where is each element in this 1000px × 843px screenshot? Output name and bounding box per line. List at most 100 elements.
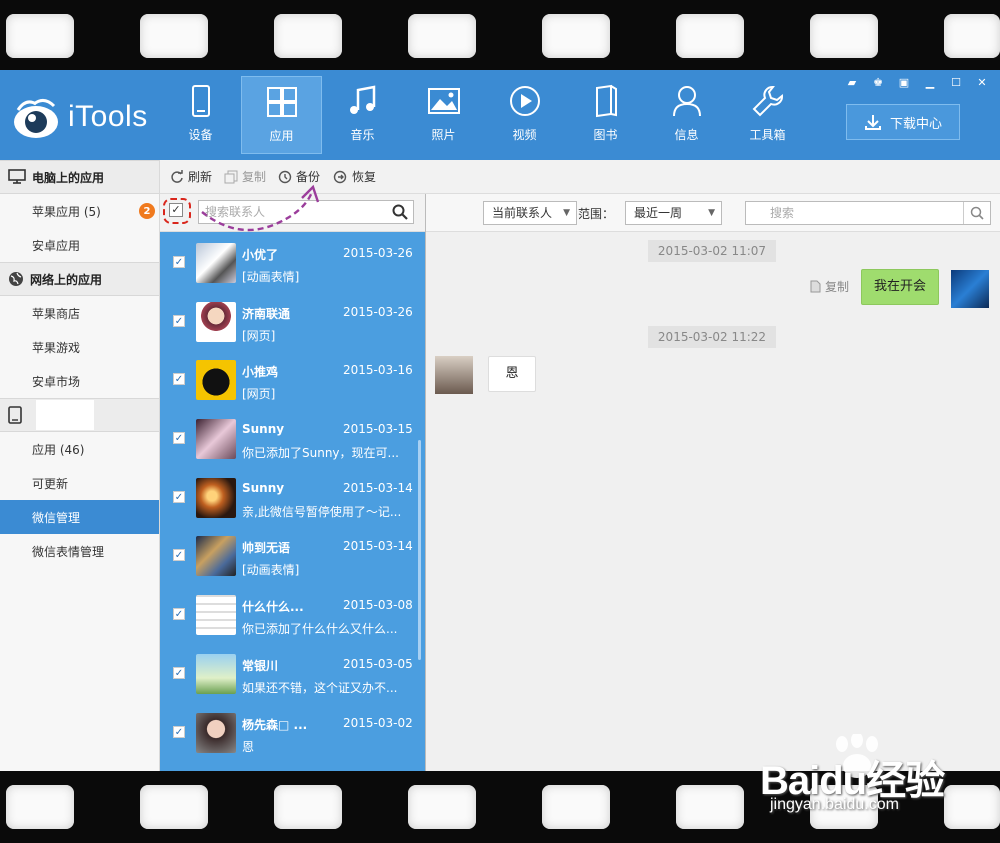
scrollbar[interactable] — [418, 440, 421, 660]
film-hole — [408, 14, 476, 58]
contact-row[interactable]: ✓ 杨先森□ ... 2015-03-02 恩 — [160, 702, 425, 761]
nav-label: 视频 — [512, 128, 537, 142]
contact-filter-select[interactable]: 当前联系人 ▼ — [483, 201, 577, 225]
sidebar-item-apple-apps[interactable]: 苹果应用 (5) 2 — [0, 194, 159, 228]
contact-last-message: 你已添加了什么什么又什么... — [242, 622, 398, 637]
nav-label: 设备 — [188, 128, 213, 142]
chevron-down-icon: ▼ — [708, 208, 715, 218]
feedback-icon[interactable]: ▰ — [842, 74, 862, 90]
sidebar-item-apple-games[interactable]: 苹果游戏 — [0, 330, 159, 364]
minimize-icon[interactable]: ▁ — [920, 74, 940, 90]
sidebar-item-android-apps[interactable]: 安卓应用 — [0, 228, 159, 262]
contact-row[interactable]: ✓ 济南联通 2015-03-26 [网页] — [160, 291, 425, 350]
film-hole — [542, 14, 610, 58]
sidebar: 电脑上的应用 苹果应用 (5) 2 安卓应用 网络上的应用 苹果商店 苹果游戏 … — [0, 160, 160, 771]
sidebar-item-device-apps[interactable]: 应用 (46) — [0, 432, 159, 466]
film-hole — [140, 785, 208, 829]
contact-last-message: [网页] — [242, 387, 276, 402]
row-checkbox[interactable]: ✓ — [173, 490, 185, 503]
contact-name: 常银川 — [242, 658, 279, 673]
avatar — [196, 653, 236, 694]
itools-window: iTools 设备 应用 音乐 照片 视频 图书 信息 工具箱 ▰ ♚ ▣ ▁ … — [0, 70, 1000, 771]
nav-books[interactable]: 图书 — [565, 76, 646, 154]
row-checkbox[interactable]: ✓ — [173, 373, 185, 386]
nav-label: 图书 — [593, 128, 618, 142]
avatar — [435, 356, 473, 394]
contact-row[interactable]: ✓ Sunny 2015-03-14 亲,此微信号暂停使用了～记... — [160, 467, 425, 526]
maximize-icon[interactable]: ☐ — [946, 74, 966, 90]
contact-last-message: 恩 — [242, 739, 255, 754]
search-icon[interactable] — [963, 202, 990, 224]
range-select[interactable]: 最近一周 ▼ — [625, 201, 722, 225]
sidebar-item-wechat-stickers[interactable]: 微信表情管理 — [0, 534, 159, 568]
nav-info[interactable]: 信息 — [646, 76, 727, 154]
chat-panel: 当前联系人 ▼ 范围： 最近一周 ▼ 搜索 2015-03-02 11:07 复… — [426, 194, 1000, 771]
chat-search-input[interactable]: 搜索 — [745, 201, 991, 225]
film-hole — [408, 785, 476, 829]
contact-row[interactable]: ✓ 常银川 2015-03-05 如果还不错，这个证又办不... — [160, 643, 425, 702]
itools-logo: iTools — [12, 90, 167, 144]
contact-name: 杨先森□ ... — [242, 717, 308, 732]
chevron-down-icon: ▼ — [563, 208, 570, 218]
sidebar-item-apple-store[interactable]: 苹果商店 — [0, 296, 159, 330]
search-icon[interactable] — [392, 204, 408, 220]
row-checkbox[interactable]: ✓ — [173, 432, 185, 445]
sidebar-item-updates[interactable]: 可更新 — [0, 466, 159, 500]
nav-music[interactable]: 音乐 — [322, 76, 403, 154]
film-hole — [274, 14, 342, 58]
wrench-icon — [752, 86, 783, 117]
video-icon — [509, 86, 540, 116]
baidu-watermark: Baidu经验 jingyan.baidu.com — [760, 728, 990, 828]
contact-last-message: 亲,此微信号暂停使用了～记... — [242, 504, 402, 519]
row-checkbox[interactable]: ✓ — [173, 314, 185, 327]
contact-row[interactable]: ✓ Sunny 2015-03-15 你已添加了Sunny，现在可... — [160, 408, 425, 467]
nav-photos[interactable]: 照片 — [403, 76, 484, 154]
nav-device[interactable]: 设备 — [160, 76, 241, 154]
download-center-button[interactable]: 下载中心 — [846, 104, 960, 140]
download-icon — [864, 115, 881, 130]
film-strip-top — [0, 0, 1000, 70]
nav-label: 照片 — [431, 128, 456, 142]
film-hole — [274, 785, 342, 829]
contact-row[interactable]: ✓ 帅到无语 2015-03-14 [动画表情] — [160, 525, 425, 584]
row-checkbox[interactable]: ✓ — [173, 256, 185, 268]
download-label: 下载中心 — [889, 116, 942, 132]
avatar — [196, 360, 236, 401]
contact-last-message: [动画表情] — [242, 270, 300, 284]
sidebar-item-android-market[interactable]: 安卓市场 — [0, 364, 159, 398]
document-icon — [810, 280, 821, 293]
contact-row[interactable]: ✓ 小推鸡 2015-03-16 [网页] — [160, 349, 425, 408]
skin-icon[interactable]: ♚ — [868, 74, 888, 90]
globe-icon — [9, 272, 23, 286]
message-timestamp: 2015-03-02 11:07 — [648, 240, 776, 262]
sidebar-section-pc: 电脑上的应用 — [0, 160, 159, 194]
outgoing-message: 我在开会 — [861, 269, 940, 305]
nav-toolbox[interactable]: 工具箱 — [727, 76, 808, 154]
nav-video[interactable]: 视频 — [484, 76, 565, 154]
chat-filter-bar: 当前联系人 ▼ 范围： 最近一周 ▼ 搜索 — [426, 194, 1000, 232]
row-checkbox[interactable]: ✓ — [173, 725, 185, 738]
contact-date: 2015-03-02 — [343, 715, 413, 730]
contact-name: 什么什么... — [242, 600, 304, 615]
row-checkbox[interactable]: ✓ — [173, 608, 185, 621]
film-hole — [140, 14, 208, 58]
menu-icon[interactable]: ▣ — [894, 74, 914, 90]
copy-message-button[interactable]: 复制 — [810, 278, 849, 295]
contact-last-message: 你已添加了Sunny，现在可... — [242, 446, 399, 461]
range-label: 范围： — [578, 207, 615, 221]
contact-last-message: 如果还不错，这个证又办不... — [242, 680, 398, 695]
sidebar-item-label: 安卓市场 — [32, 374, 81, 389]
avatar — [196, 595, 236, 636]
avatar — [951, 270, 989, 308]
sidebar-item-label: 微信表情管理 — [32, 544, 105, 559]
row-checkbox[interactable]: ✓ — [173, 549, 185, 562]
contact-list-panel: ✓ 搜索联系人 ✓ 小优了 2015-03-26 [动画表情] ✓ 济南联通 2… — [160, 194, 426, 771]
close-icon[interactable]: ✕ — [972, 74, 992, 90]
contact-row[interactable]: ✓ 什么什么... 2015-03-08 你已添加了什么什么又什么... — [160, 584, 425, 643]
sidebar-item-wechat-manager[interactable]: 微信管理 — [0, 500, 159, 534]
film-hole — [6, 785, 74, 829]
nav-apps[interactable]: 应用 — [241, 76, 322, 154]
row-checkbox[interactable]: ✓ — [173, 666, 185, 679]
nav-label: 信息 — [674, 128, 699, 142]
sidebar-item-label: 应用 (46) — [32, 442, 85, 457]
